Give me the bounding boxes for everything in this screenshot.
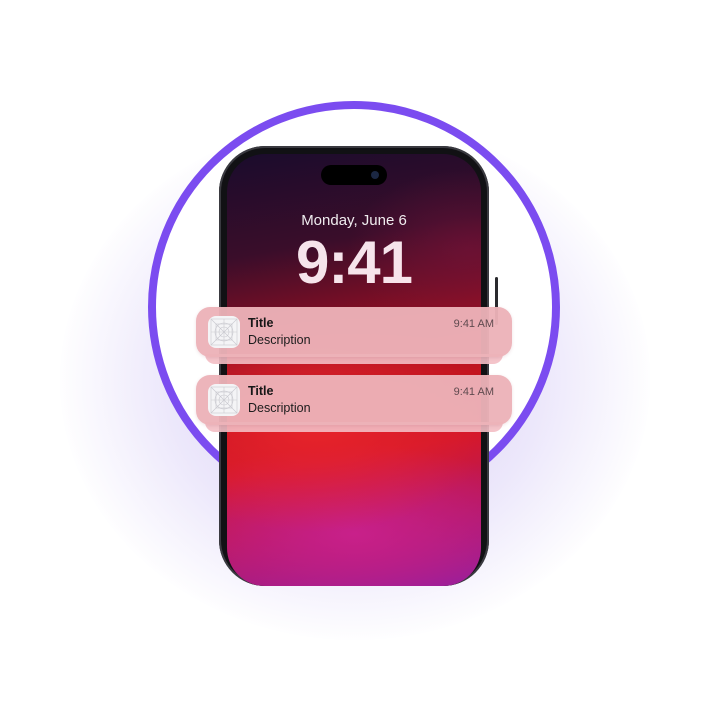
camera-icon bbox=[371, 171, 379, 179]
notification-title: Title bbox=[248, 384, 274, 398]
lockscreen-date: Monday, June 6 bbox=[301, 212, 407, 229]
notification-title: Title bbox=[248, 316, 274, 330]
notification-description: Description bbox=[248, 401, 311, 415]
phone-mockup: Monday, June 6 9:41 bbox=[219, 146, 489, 586]
lock-screen: Monday, June 6 9:41 bbox=[227, 154, 481, 586]
notification-time: 9:41 AM bbox=[453, 386, 494, 398]
app-placeholder-icon bbox=[208, 316, 240, 348]
notification-card[interactable]: Title Description 9:41 AM bbox=[196, 375, 512, 425]
lockscreen-clock: 9:41 bbox=[295, 229, 413, 296]
app-placeholder-icon bbox=[208, 384, 240, 416]
notification-time: 9:41 AM bbox=[453, 318, 494, 330]
notification-card[interactable]: Title Description 9:41 AM bbox=[196, 307, 512, 357]
notification-description: Description bbox=[248, 333, 311, 347]
dynamic-island bbox=[321, 165, 387, 185]
